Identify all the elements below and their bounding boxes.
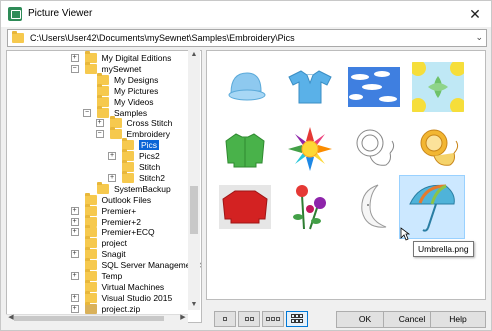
tree-item-label: Stitch2 xyxy=(139,172,165,183)
lemons-pattern-thumbnail[interactable] xyxy=(408,57,468,117)
tree-item-label: SystemBackup xyxy=(114,183,171,194)
expand-icon[interactable]: + xyxy=(108,173,116,182)
view-small-button[interactable] xyxy=(262,311,284,327)
tree-item-label: My Pictures xyxy=(114,85,159,96)
tree-item-label: Stitch xyxy=(139,162,161,172)
sky-clouds-image xyxy=(348,67,400,107)
tree-item-label: Pics xyxy=(139,140,160,151)
window-title: Picture Viewer xyxy=(28,8,93,19)
moon-thumbnail[interactable] xyxy=(344,177,404,237)
path-combobox[interactable]: C:\Users\User42\Documents\mySewnet\Sampl… xyxy=(7,29,487,47)
expand-icon[interactable]: + xyxy=(70,293,79,302)
three-view-icon xyxy=(266,317,270,321)
chevron-down-icon[interactable]: ⌄ xyxy=(475,32,483,43)
thumbnail-gallery xyxy=(206,50,486,300)
rainbow-sun-image xyxy=(288,127,332,171)
tree-item-label: Embroidery xyxy=(126,129,170,140)
rainbow-sun-thumbnail[interactable] xyxy=(280,119,340,179)
expand-icon[interactable]: + xyxy=(108,152,116,161)
two-view-icon xyxy=(244,317,249,321)
folder-icon xyxy=(84,61,97,74)
green-jacket-image xyxy=(225,133,265,168)
help-button[interactable]: Help xyxy=(430,311,486,328)
tree-item-label: project xyxy=(101,238,128,249)
tree-item-label: Cross Stitch xyxy=(126,118,173,129)
tree-item-label: Samples xyxy=(114,107,148,118)
tree-item-label: Premier+2 xyxy=(101,216,141,227)
expand-icon[interactable]: + xyxy=(70,304,79,313)
cap-thumbnail[interactable] xyxy=(215,57,275,117)
folder-icon xyxy=(97,181,109,194)
collapse-icon[interactable]: − xyxy=(83,108,91,117)
view-medium-button[interactable] xyxy=(238,311,260,327)
tree-item-label: Outlook Files xyxy=(101,194,152,205)
expand-icon[interactable]: + xyxy=(95,119,104,128)
lion-outline-image xyxy=(356,129,395,166)
flowers-thumbnail[interactable] xyxy=(280,177,340,237)
view-mode-toolbar xyxy=(214,311,308,327)
red-sweater-image xyxy=(219,185,271,229)
folder-tree: + My Digital Editions − mySewnet My Designs M… xyxy=(6,50,202,323)
expand-icon[interactable]: + xyxy=(70,250,79,259)
tree-item-label: Premier+ECQ xyxy=(101,227,155,238)
expand-icon[interactable]: + xyxy=(70,272,79,280)
expand-icon[interactable]: + xyxy=(70,217,79,226)
folder-icon xyxy=(122,170,134,183)
tree-item[interactable]: + project.zip xyxy=(70,301,141,315)
grid-view-icon xyxy=(291,314,303,323)
sky-clouds-thumbnail[interactable] xyxy=(344,57,404,117)
collapse-icon[interactable]: − xyxy=(70,64,79,73)
tree-vertical-scrollbar[interactable] xyxy=(188,50,200,310)
lion-color-image xyxy=(420,129,459,166)
polo-shirt-image xyxy=(288,70,332,104)
thumbnail-tooltip: Umbrella.png xyxy=(413,241,474,257)
mouse-cursor-icon xyxy=(400,227,411,243)
close-button[interactable]: ✕ xyxy=(465,4,485,24)
expand-icon[interactable]: + xyxy=(70,206,79,215)
picture-viewer-app-icon xyxy=(8,7,22,21)
lion-outline-thumbnail[interactable] xyxy=(344,119,404,179)
expand-icon[interactable]: + xyxy=(70,228,79,237)
lemons-pattern-image xyxy=(412,62,464,112)
collapse-icon[interactable]: − xyxy=(95,130,104,139)
scroll-down-icon[interactable]: ▼ xyxy=(188,301,200,311)
tree-item-label: Visual Studio 2015 xyxy=(101,292,173,303)
title-bar: Picture Viewer ✕ xyxy=(1,1,491,27)
tree-item-label: Temp xyxy=(101,271,123,281)
tree-hscroll-thumb[interactable] xyxy=(14,316,164,321)
tree-item-label: SQL Server Management St xyxy=(101,260,202,271)
tree-item-label: My Videos xyxy=(114,96,154,107)
red-sweater-thumbnail[interactable] xyxy=(215,177,275,237)
tree-item-label: My Designs xyxy=(114,74,159,85)
tree-item-label: Snagit xyxy=(101,249,126,260)
cap-image xyxy=(228,72,266,101)
path-text: C:\Users\User42\Documents\mySewnet\Sampl… xyxy=(30,33,295,43)
tree-item-label: Premier+ xyxy=(101,205,137,216)
tree-scroll-thumb[interactable] xyxy=(190,186,198,234)
view-large-button[interactable] xyxy=(214,311,236,327)
green-jacket-thumbnail[interactable] xyxy=(215,119,275,179)
umbrella-image xyxy=(409,184,455,232)
expand-icon[interactable]: + xyxy=(70,54,79,62)
single-view-icon xyxy=(223,317,227,321)
tree-item-label: Pics2 xyxy=(139,151,160,162)
moon-image xyxy=(361,184,387,228)
tree-item-label: mySewnet xyxy=(101,63,142,74)
flowers-image xyxy=(293,185,326,230)
tree-item-label: Virtual Machines xyxy=(101,281,165,292)
lion-color-thumbnail[interactable] xyxy=(408,119,468,179)
tree-item-label: My Digital Editions xyxy=(101,53,172,63)
folder-icon xyxy=(109,127,122,140)
folder-icon xyxy=(84,301,97,314)
tree-item-label: project.zip xyxy=(101,303,141,314)
folder-icon xyxy=(97,105,109,118)
folder-icon xyxy=(12,31,24,43)
scroll-up-icon[interactable]: ▲ xyxy=(188,51,200,61)
view-grid-button[interactable] xyxy=(286,311,308,327)
scroll-right-icon[interactable]: ▶ xyxy=(178,313,188,323)
polo-shirt-thumbnail[interactable] xyxy=(280,57,340,117)
